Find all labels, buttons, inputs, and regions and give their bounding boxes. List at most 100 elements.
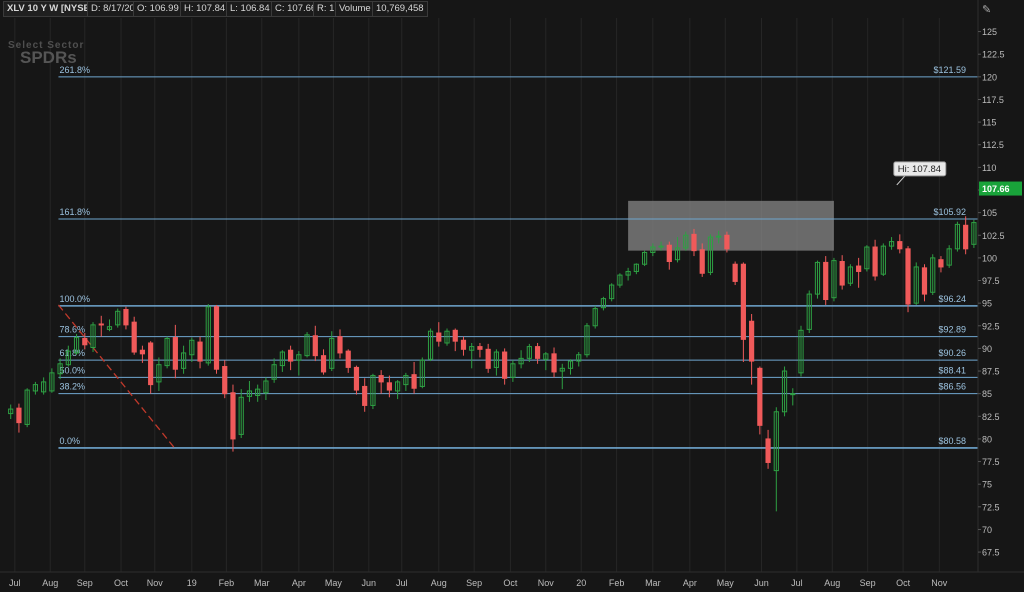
y-tick-label: 80 [982, 434, 992, 444]
price-chart[interactable]: 261.8% $121.59161.8% $105.92100.0% $96.2478… [0, 0, 1024, 592]
fib-level-label: 61.8% [59, 348, 85, 358]
candle-body [460, 339, 467, 350]
candle-body [436, 332, 442, 342]
fib-level-label: 161.8% [59, 207, 90, 217]
last-price-label: 107.66 [982, 184, 1010, 194]
volume-readout: 10,769,458 [372, 1, 428, 17]
candle-body [963, 224, 969, 250]
x-tick-label: Feb [609, 578, 625, 588]
y-tick-label: 82.5 [982, 412, 1000, 422]
chart-window: 261.8% $121.59 161.8% $105.92 100.0% $96.24 78… [0, 0, 1024, 592]
x-tick-label: Mar [254, 578, 270, 588]
fib-level-label: 50.0% [59, 365, 85, 375]
x-tick-label: Jul [791, 578, 803, 588]
candle-body [856, 265, 862, 272]
candle-body [921, 267, 928, 295]
fib-price-label: $92.89 [938, 325, 966, 335]
candle-body [288, 349, 294, 362]
candle-body [230, 392, 236, 440]
candle-body [790, 393, 796, 396]
y-tick-label: 110 [982, 163, 996, 173]
y-tick-label: 125 [982, 27, 997, 37]
y-tick-label: 70 [982, 525, 992, 535]
candle-body [839, 261, 845, 286]
fib-level-label: 100.0% [59, 294, 90, 304]
candle-body [16, 407, 22, 424]
x-tick-label: Oct [503, 578, 518, 588]
y-tick-label: 72.5 [982, 502, 1000, 512]
candle-body [477, 346, 483, 350]
candle-body [320, 355, 327, 373]
candle-body [197, 341, 203, 362]
y-tick-label: 67.5 [982, 548, 1000, 558]
candle-body [740, 263, 746, 340]
y-tick-label: 102.5 [982, 231, 1005, 241]
x-tick-label: Jun [362, 578, 377, 588]
candle-body [213, 306, 220, 370]
x-tick-label: Aug [824, 578, 840, 588]
candle-body [724, 234, 730, 250]
date-readout: D: 8/17/20 [87, 1, 139, 17]
plot-area [0, 18, 978, 572]
open-readout: O: 106.99 [133, 1, 183, 17]
y-tick-label: 122.5 [982, 50, 1005, 60]
candle-body [666, 244, 672, 263]
volume-label: Volume [335, 1, 375, 17]
logo-wordmark: SPDRs [20, 48, 77, 67]
fib-price-label: $121.59 [933, 65, 966, 75]
candle-body [699, 249, 705, 274]
candle-body [905, 248, 911, 305]
y-tick-label: 87.5 [982, 367, 1000, 377]
candle-body [691, 233, 697, 252]
candle-body [716, 235, 722, 238]
candle-body [139, 349, 146, 355]
fib-price-label: $88.41 [938, 365, 966, 375]
candle-body [485, 348, 491, 369]
y-tick-label: 105 [982, 208, 997, 218]
candle-body [345, 350, 351, 368]
y-tick-label: 75 [982, 480, 992, 490]
candle-body [823, 261, 829, 301]
fib-price-label: $80.58 [938, 436, 966, 446]
x-tick-label: Apr [683, 578, 697, 588]
symbol-label[interactable]: XLV 10 Y W [NYSE] [3, 1, 98, 17]
x-tick-label: Nov [147, 578, 164, 588]
x-tick-label: Aug [42, 578, 58, 588]
candle-body [82, 337, 88, 346]
y-tick-label: 120 [982, 72, 997, 82]
candle-body [411, 374, 417, 389]
x-tick-label: Feb [219, 578, 235, 588]
drawing-tools-icon[interactable]: ✎ [982, 4, 994, 16]
x-tick-label: Nov [931, 578, 948, 588]
candle-body [452, 329, 458, 342]
y-tick-label: 100 [982, 253, 997, 263]
x-tick-label: Jul [9, 578, 21, 588]
resistance-zone [628, 200, 834, 251]
x-tick-label: Jul [396, 578, 408, 588]
x-tick-label: Aug [431, 578, 447, 588]
x-tick-label: Sep [77, 578, 93, 588]
x-tick-label: Apr [292, 578, 306, 588]
y-tick-label: 92.5 [982, 321, 1000, 331]
fib-price-label: $86.56 [938, 382, 966, 392]
x-tick-label: Jun [754, 578, 769, 588]
candle-body [534, 346, 541, 359]
x-tick-label: 20 [576, 578, 586, 588]
candle-body [765, 438, 771, 463]
y-tick-label: 97.5 [982, 276, 1000, 286]
high-marker-label: Hi: 107.84 [898, 164, 941, 175]
candle-body [897, 241, 903, 250]
y-tick-label: 85 [982, 389, 992, 399]
candle-body [749, 320, 755, 362]
candle-body [938, 259, 944, 268]
candle-body [658, 245, 664, 248]
x-tick-label: 19 [187, 578, 197, 588]
fib-price-label: $90.26 [938, 348, 966, 358]
candle-body [386, 382, 392, 391]
x-tick-label: Sep [860, 578, 876, 588]
fib-price-label: $96.24 [938, 294, 966, 304]
candle-body [732, 263, 738, 282]
candle-body [757, 367, 763, 426]
candle-body [131, 321, 137, 353]
candle-body [337, 336, 343, 354]
